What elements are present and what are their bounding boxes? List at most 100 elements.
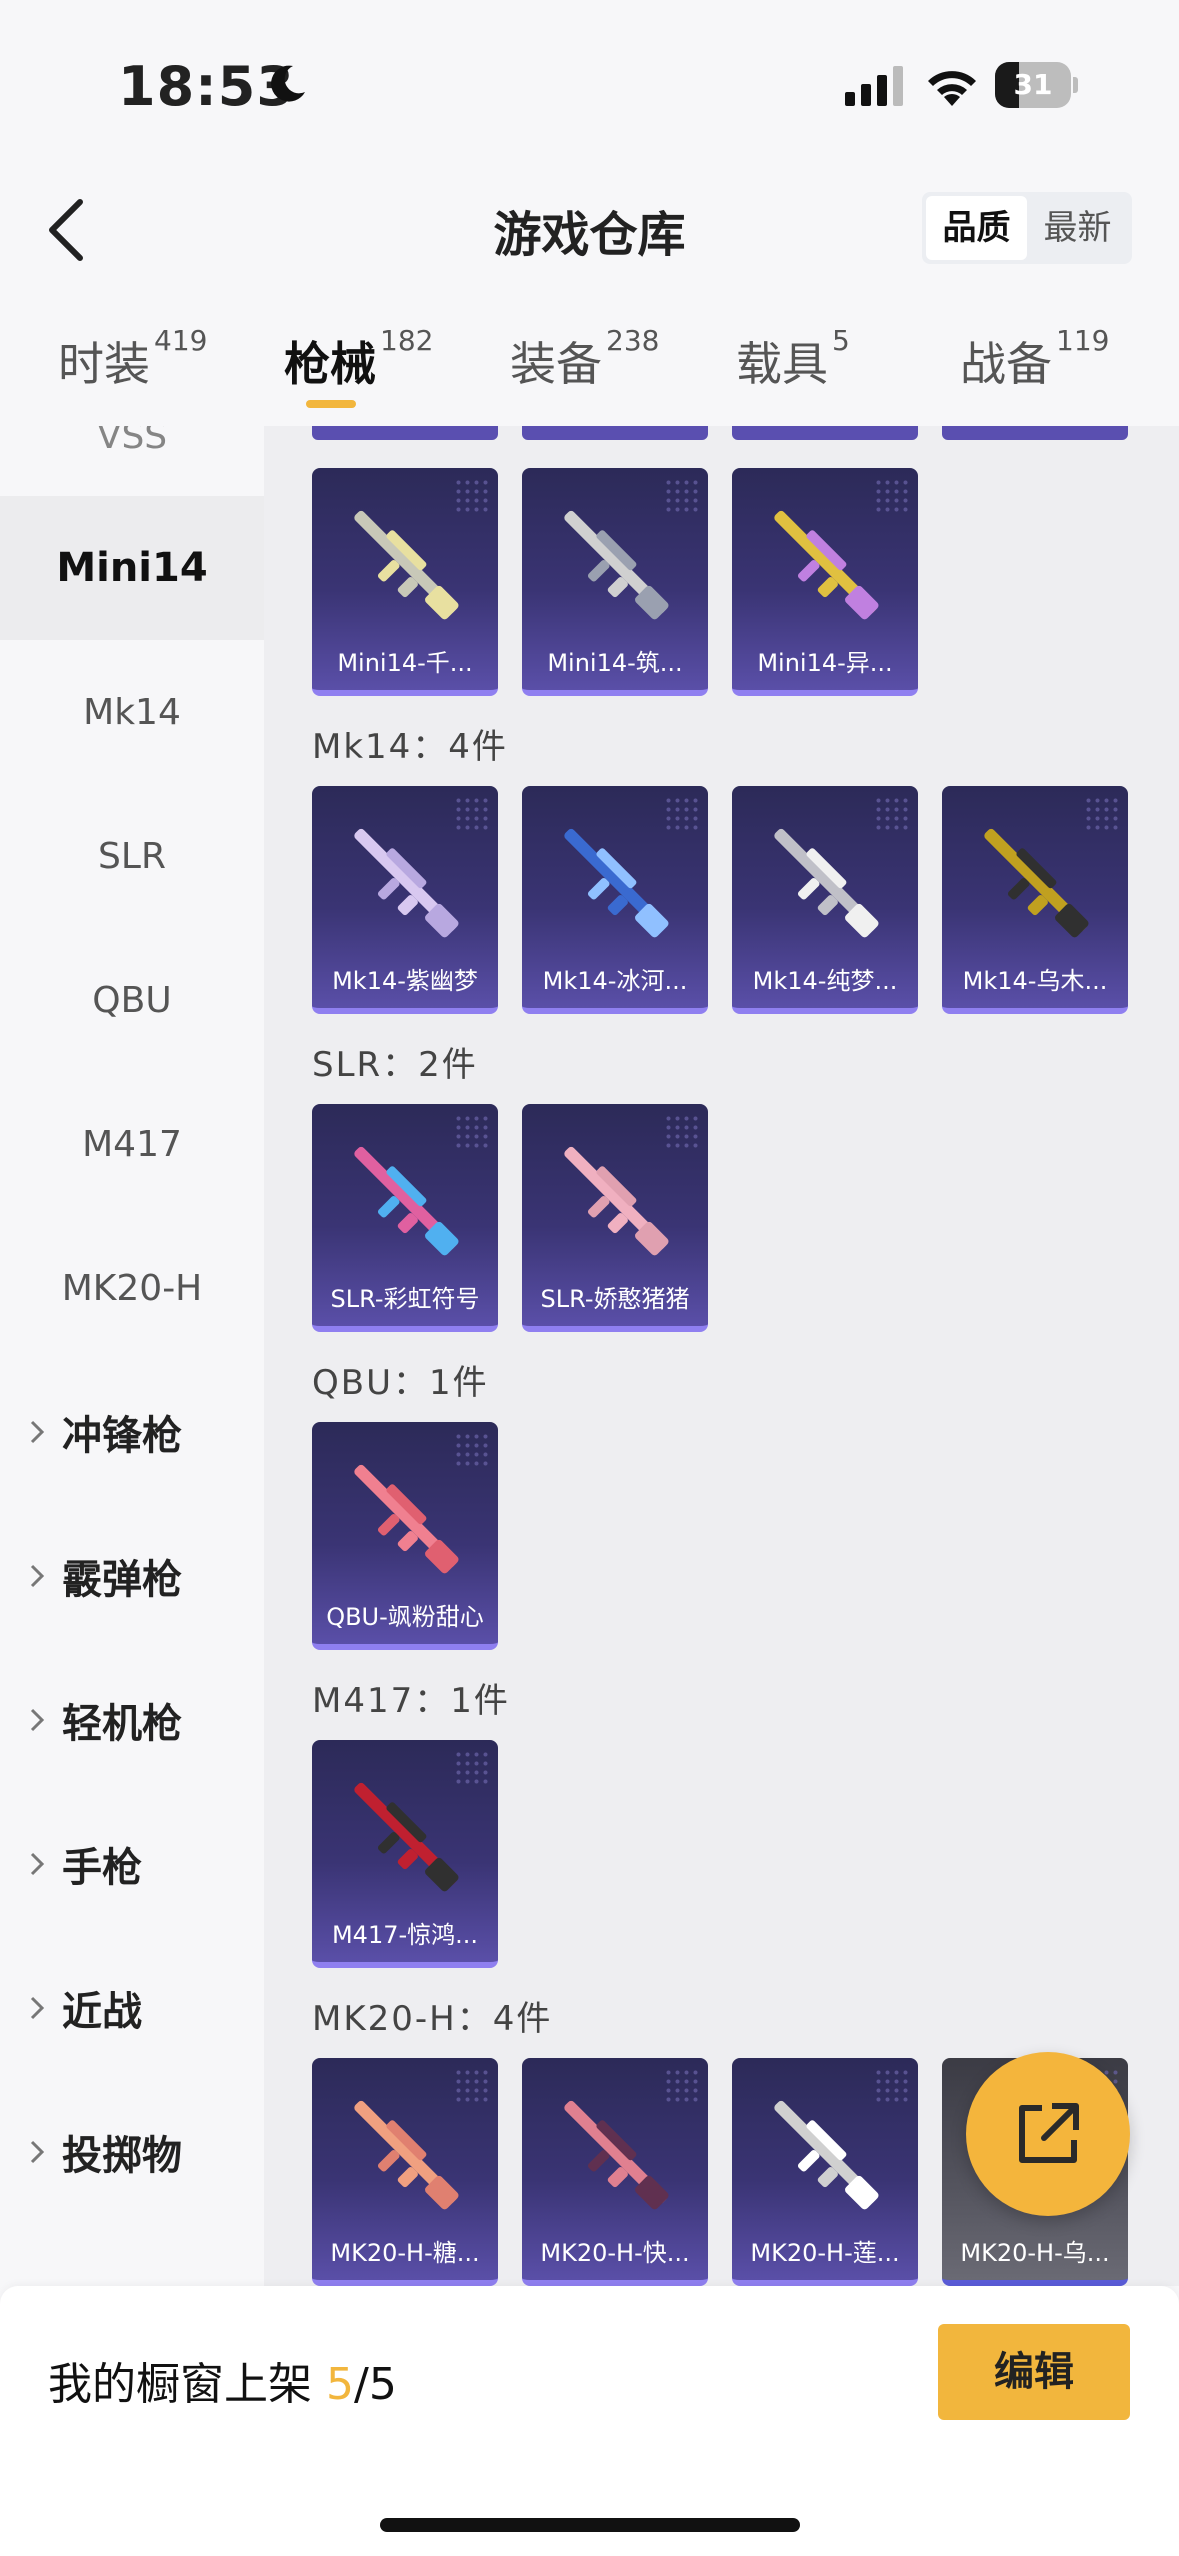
rifle-icon xyxy=(564,828,669,938)
sidebar-item-mk14[interactable]: Mk14 xyxy=(0,640,264,784)
item-grid: Mini14-千... Mini14-筑... Mini14-异... Mk14：4件… xyxy=(264,426,1179,2286)
group-label: Mk14：4件 xyxy=(312,727,508,767)
home-indicator xyxy=(380,2518,800,2532)
tab-count: 238 xyxy=(606,324,660,357)
showcase-label: 我的橱窗上架 xyxy=(48,2359,312,2410)
moon-icon xyxy=(271,65,305,102)
skin-name: M417-惊鸿... xyxy=(331,1921,479,1949)
tab-count: 5 xyxy=(832,324,850,357)
skin-name: Mini14-异... xyxy=(757,649,893,677)
sidebar-item-m417[interactable]: M417 xyxy=(0,1072,264,1216)
sort-newest-button[interactable]: 最新 xyxy=(1027,196,1128,260)
rifle-icon xyxy=(354,2100,459,2210)
skin-card[interactable]: Mini14-筑... xyxy=(522,468,708,696)
skin-card[interactable]: SLR-彩虹符号 xyxy=(312,1104,498,1332)
tab-label: 枪械 xyxy=(284,337,376,391)
skin-card[interactable]: QBU-飒粉甜心 xyxy=(312,1422,498,1650)
skin-card[interactable]: MK20-H-莲... xyxy=(732,2058,918,2286)
sort-quality-button[interactable]: 品质 xyxy=(926,196,1027,260)
skin-name: SLR-娇憨猪猪 xyxy=(540,1285,690,1313)
rifle-icon xyxy=(354,1146,459,1256)
group-label: M417：1件 xyxy=(312,1681,510,1721)
skin-name: Mk14-纯梦... xyxy=(752,967,898,995)
skin-name: MK20-H-乌... xyxy=(960,2239,1110,2267)
wifi-icon xyxy=(928,71,976,106)
battery-icon: 31 xyxy=(995,62,1078,108)
sidebar-category-shotgun[interactable]: 霰弹枪 xyxy=(0,1504,264,1648)
chevron-right-icon xyxy=(30,1420,45,1444)
sidebar-item-mk20h[interactable]: MK20-H xyxy=(0,1216,264,1360)
showcase-status: 我的橱窗上架 5/5 xyxy=(48,2348,397,2412)
battery-text: 31 xyxy=(1013,68,1053,101)
skin-card[interactable]: Mk14-纯梦... xyxy=(732,786,918,1014)
skin-card[interactable]: M417-惊鸿... xyxy=(312,1740,498,1968)
rifle-icon xyxy=(354,1782,459,1892)
rifle-icon xyxy=(984,828,1089,938)
sidebar-item-mini14[interactable]: Mini14 xyxy=(0,496,264,640)
share-button[interactable] xyxy=(966,2052,1130,2216)
sidebar-category-label: 手枪 xyxy=(62,1845,142,1891)
tab-vehicles[interactable]: 载具 5 xyxy=(736,324,850,394)
skin-name: QBU-飒粉甜心 xyxy=(326,1603,484,1631)
chevron-right-icon xyxy=(30,1852,45,1876)
skin-card[interactable]: SLR-娇憨猪猪 xyxy=(522,1104,708,1332)
skin-card[interactable]: Mini14-千... xyxy=(312,468,498,696)
chevron-right-icon xyxy=(30,1996,45,2020)
signal-icon xyxy=(845,66,903,106)
skin-card[interactable]: MK20-H-糖... xyxy=(312,2058,498,2286)
tab-count: 419 xyxy=(154,324,208,357)
sort-toggle: 品质 最新 xyxy=(922,192,1132,264)
sidebar-category-smg[interactable]: 冲锋枪 xyxy=(0,1360,264,1504)
skin-card[interactable]: Mk14-乌木... xyxy=(942,786,1128,1014)
chevron-right-icon xyxy=(30,1708,45,1732)
tab-label: 装备 xyxy=(510,337,602,391)
chevron-right-icon xyxy=(30,1564,45,1588)
skin-card[interactable]: Mk14-紫幽梦 xyxy=(312,786,498,1014)
tab-equipment[interactable]: 装备 238 xyxy=(510,324,659,394)
tab-count: 182 xyxy=(380,324,434,357)
edit-button[interactable]: 编辑 xyxy=(938,2324,1130,2420)
sidebar-category-pistol[interactable]: 手枪 xyxy=(0,1792,264,1936)
group-label: SLR：2件 xyxy=(312,1045,478,1085)
chevron-right-icon xyxy=(30,2140,45,2164)
tab-supplies[interactable]: 战备 119 xyxy=(960,324,1109,394)
rifle-icon xyxy=(354,828,459,938)
sidebar-category-label: 轻机枪 xyxy=(62,1701,182,1747)
sidebar-category-throwable[interactable]: 投掷物 xyxy=(0,2080,264,2224)
showcase-total: 5 xyxy=(368,2359,397,2410)
sidebar-item-qbu[interactable]: QBU xyxy=(0,928,264,1072)
group-label: QBU：1件 xyxy=(312,1363,489,1403)
rifle-icon xyxy=(354,1464,459,1574)
status-bar: 18:53 31 xyxy=(0,0,1179,170)
sidebar-category-lmg[interactable]: 轻机枪 xyxy=(0,1648,264,1792)
skin-card[interactable]: Mk14-冰河... xyxy=(522,786,708,1014)
group-label: MK20-H：4件 xyxy=(312,1999,553,2039)
sidebar: VSS Mini14 Mk14 SLR QBU M417 MK20-H 冲锋枪 … xyxy=(0,426,264,2286)
skin-name: MK20-H-莲... xyxy=(750,2239,900,2267)
tab-weapons[interactable]: 枪械 182 xyxy=(284,324,433,394)
card-partial xyxy=(312,426,498,440)
sidebar-category-melee[interactable]: 近战 xyxy=(0,1936,264,2080)
tab-label: 时装 xyxy=(58,337,150,391)
skin-name: MK20-H-快... xyxy=(540,2239,690,2267)
footer-bar: 我的橱窗上架 5/5 编辑 xyxy=(0,2286,1179,2556)
rifle-icon xyxy=(564,510,669,620)
tab-count: 119 xyxy=(1056,324,1110,357)
skin-name: Mk14-冰河... xyxy=(542,967,688,995)
skin-name: Mk14-紫幽梦 xyxy=(332,967,478,995)
sidebar-item-slr[interactable]: SLR xyxy=(0,784,264,928)
tab-label: 载具 xyxy=(736,337,828,391)
skin-name: Mini14-筑... xyxy=(547,649,683,677)
skin-card[interactable]: Mini14-异... xyxy=(732,468,918,696)
skin-card[interactable]: MK20-H-快... xyxy=(522,2058,708,2286)
rifle-icon xyxy=(774,2100,879,2210)
sidebar-category-label: 冲锋枪 xyxy=(62,1413,182,1459)
card-partial xyxy=(942,426,1128,440)
sidebar-category-label: 近战 xyxy=(62,1989,142,2035)
showcase-current: 5 xyxy=(326,2359,354,2410)
share-icon xyxy=(1019,2103,1079,2163)
sidebar-category-label: 霰弹枪 xyxy=(62,1557,182,1603)
tab-fashion[interactable]: 时装 419 xyxy=(58,324,207,394)
card-partial xyxy=(522,426,708,440)
rifle-icon xyxy=(564,1146,669,1256)
